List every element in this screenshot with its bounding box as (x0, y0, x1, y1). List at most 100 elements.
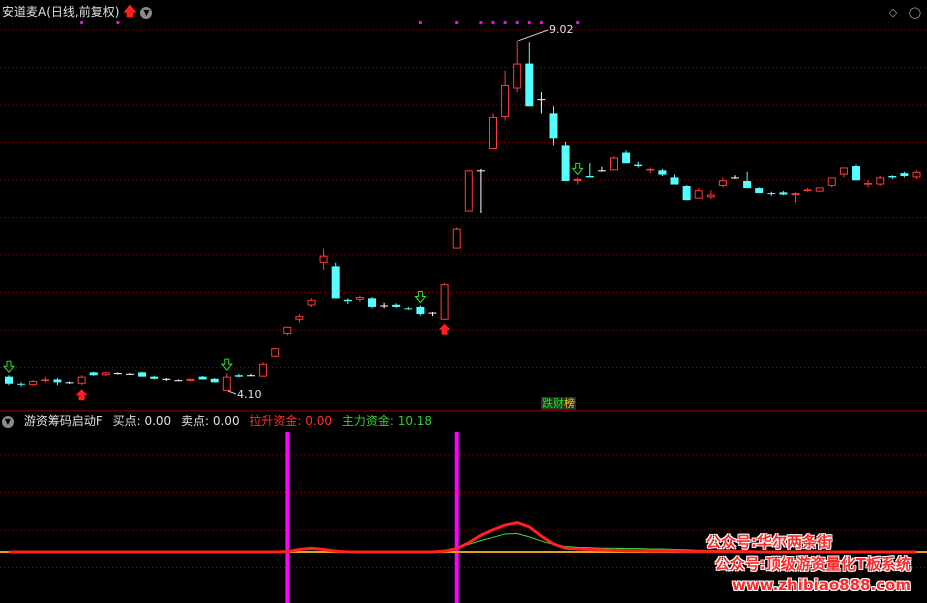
top-marker (527, 21, 531, 24)
candle-body (912, 171, 921, 178)
candle-body (259, 363, 268, 377)
candle-body (343, 299, 352, 302)
candle-body (864, 183, 873, 185)
candle-body (525, 63, 534, 107)
candle-body (839, 167, 848, 175)
top-marker (576, 21, 580, 24)
magenta-signal-bar (454, 432, 459, 603)
candle-body (791, 193, 800, 196)
diamond-icon[interactable]: ◇ (889, 6, 897, 19)
sell-label: 卖点: (180, 414, 210, 428)
candle-body (77, 376, 86, 384)
candle-body (174, 380, 183, 382)
candle-body (743, 180, 752, 189)
candle-body (138, 372, 147, 377)
watermark-line-1: 公众号:华尔两条街 (706, 533, 832, 551)
rank-badge[interactable]: 跌财榜 (541, 397, 576, 410)
top-marker (418, 21, 422, 24)
candle-body (682, 185, 691, 201)
top-marker (479, 21, 483, 24)
candle-body (803, 189, 812, 192)
candle-body (17, 383, 26, 385)
candle-body (319, 255, 328, 263)
candle-body (573, 178, 582, 181)
badge-text-1: 跌财 (542, 397, 564, 410)
candle-body (452, 228, 461, 249)
watermark-line-3: www.zhibiao888.com (731, 576, 911, 594)
candle-body (670, 177, 679, 185)
candle-body (706, 194, 715, 198)
window-controls: ◇ ◯ (881, 6, 921, 19)
top-marker (503, 21, 507, 24)
top-marker (491, 21, 495, 24)
watermark-line-2: 公众号:顶级游资量化T板系统 (714, 555, 911, 573)
top-marker (515, 21, 519, 24)
candle-body (827, 177, 836, 186)
candle-body (101, 372, 110, 376)
candle-body (283, 326, 292, 334)
red-up-arrow-icon[interactable]: 🡅 (123, 5, 136, 20)
sell-arrow-icon (414, 291, 427, 304)
buy-arrow-icon (75, 389, 88, 401)
top-marker (455, 21, 459, 24)
sell-arrow-icon (2, 360, 16, 374)
candle-body (126, 373, 134, 375)
magenta-signal-bar (285, 432, 290, 603)
candle-body (622, 152, 631, 164)
price-chart[interactable] (0, 0, 927, 603)
candle-body (489, 116, 497, 149)
candle-body (646, 168, 655, 171)
candle-body (234, 375, 243, 377)
high-pointer (518, 29, 549, 42)
main-label: 主力资金: (341, 414, 394, 428)
candle-body (53, 379, 62, 383)
candle-body (767, 193, 776, 195)
candle-body (380, 305, 389, 307)
candle-body (368, 298, 376, 307)
candle-body (428, 312, 437, 314)
candle-body (852, 166, 860, 181)
indicator-header: ▼ 游资筹码启动F 买点: 0.00 卖点: 0.00 拉升资金: 0.00 主… (2, 413, 438, 429)
candle-body (549, 113, 558, 139)
candle-body (900, 173, 909, 176)
top-marker (80, 21, 84, 24)
candle-body (501, 84, 510, 117)
candle-body (731, 177, 739, 179)
buy-value: 0.00 (144, 414, 172, 428)
candle-body (876, 177, 885, 185)
stock-title[interactable]: 安道麦A(日线,前复权) (2, 5, 119, 19)
main-value: 10.18 (397, 414, 433, 428)
low-price-label: 4.10 (237, 388, 262, 401)
chart-title-bar: 安道麦A(日线,前复权) 🡅 ▼ (2, 4, 153, 21)
indicator-name[interactable]: 游资筹码启动F (24, 414, 103, 428)
chevron-down-circle-icon[interactable]: ▼ (140, 6, 153, 19)
candle-body (89, 372, 98, 376)
candle-body (355, 296, 364, 300)
candle-body (222, 376, 231, 391)
candle-body (779, 192, 788, 195)
candle-body (658, 170, 667, 175)
candle-body (815, 187, 824, 192)
candle-body (416, 306, 425, 315)
sell-arrow-icon (220, 358, 233, 371)
candle-body (610, 157, 618, 171)
candle-body (271, 348, 280, 357)
candle-body (150, 376, 159, 379)
candle-body (561, 145, 570, 181)
badge-text-2: 榜 (564, 397, 575, 410)
candle-body (537, 99, 546, 101)
low-pointer (227, 390, 237, 395)
candle-body (694, 190, 703, 199)
candle-body (404, 308, 413, 310)
candle-body (307, 299, 316, 306)
chevron-down-circle-icon[interactable]: ▼ (2, 415, 14, 428)
candle-body (718, 180, 727, 186)
top-marker (539, 21, 543, 24)
pull-value: 0.00 (305, 414, 332, 428)
top-marker (116, 21, 120, 24)
high-price-label: 9.02 (549, 23, 574, 36)
candle-body (464, 170, 473, 212)
circle-icon[interactable]: ◯ (909, 6, 921, 19)
candle-body (210, 378, 219, 383)
sell-arrow-icon (571, 162, 584, 176)
